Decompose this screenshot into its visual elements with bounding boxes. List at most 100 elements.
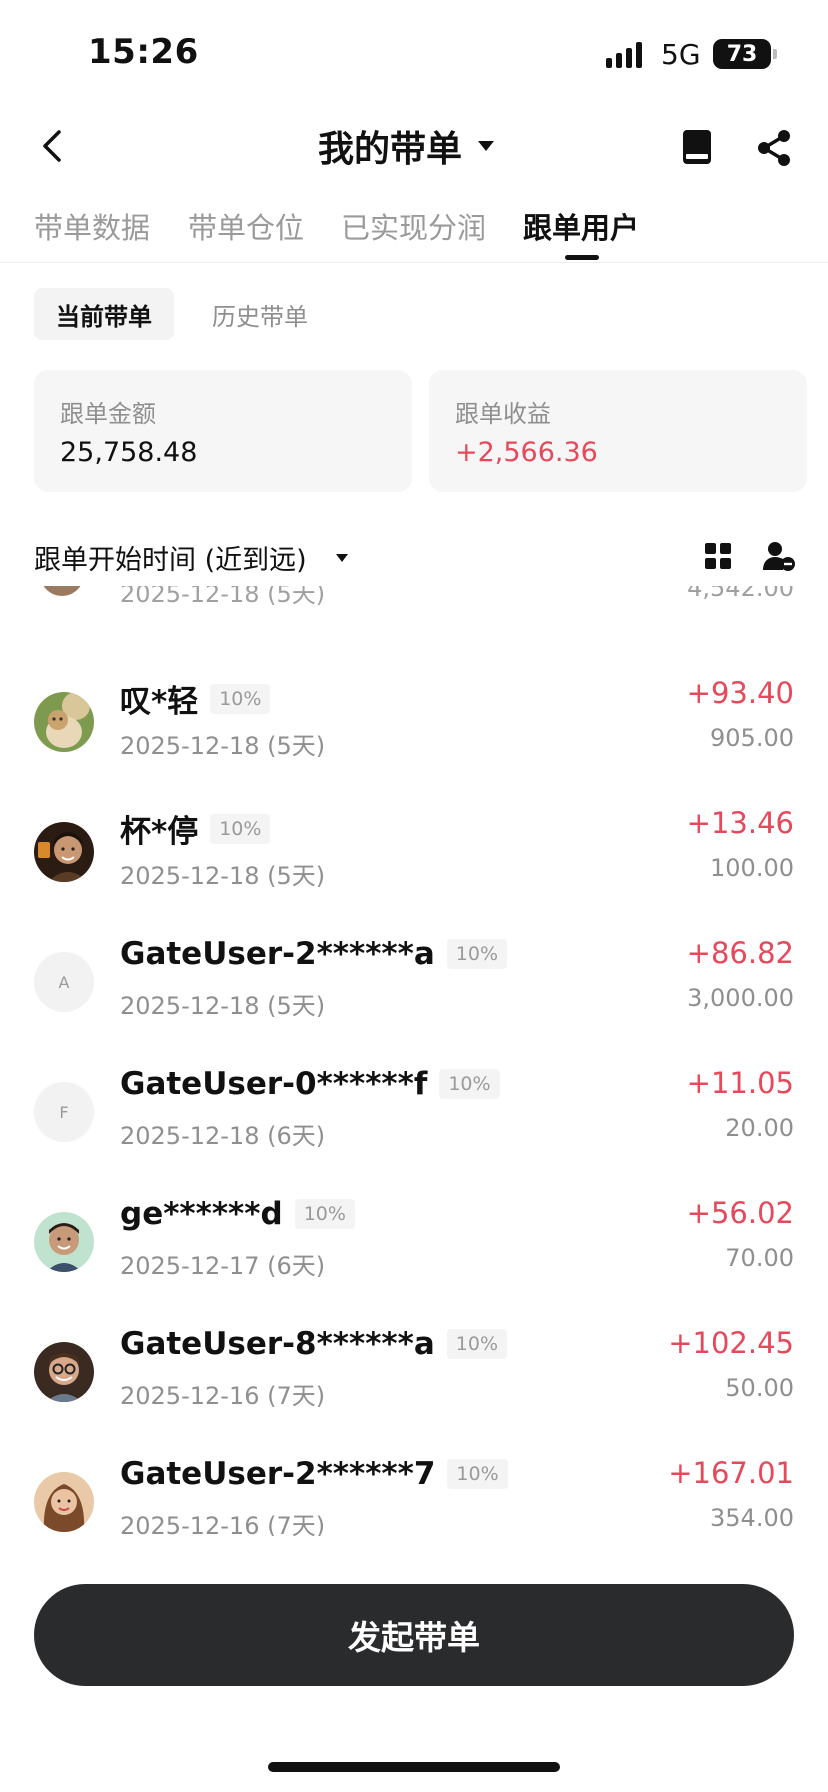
list-item[interactable]: A GateUser-2******a 10% 2025-12-18 (5天) …: [0, 936, 828, 1048]
share-icon: [758, 130, 790, 166]
follower-date: 2025-12-17 (6天): [120, 1252, 326, 1280]
main-tabs: 带单数据 带单仓位 已实现分润 跟单用户: [0, 205, 828, 263]
follower-date: 2025-12-18 (5天): [120, 586, 326, 608]
active-tab-indicator: [565, 255, 599, 260]
list-item[interactable]: 叹*轻 10% 2025-12-18 (5天) +93.40 905.00: [0, 676, 828, 788]
follower-date: 2025-12-18 (5天): [120, 732, 326, 760]
follower-profit: +13.46: [686, 806, 794, 840]
avatar: [34, 1342, 94, 1402]
profit-share-badge: 10%: [294, 1199, 355, 1229]
list-item[interactable]: 杯*停 10% 2025-12-18 (5天) +13.46 100.00: [0, 806, 828, 918]
follower-name-line: GateUser-2******a 10%: [120, 936, 508, 972]
follower-name: GateUser-2******a: [120, 936, 435, 972]
follower-profit: +167.01: [668, 1456, 794, 1490]
follower-name-line: 叹*轻 10%: [120, 676, 271, 721]
follower-amount: 4,542.00: [687, 586, 794, 602]
copy-profit-value: +2,566.36: [455, 437, 598, 468]
profit-share-badge: 10%: [439, 1069, 500, 1099]
battery-icon: 73: [713, 39, 777, 69]
grid-icon: [705, 543, 731, 569]
profit-share-badge: 10%: [210, 683, 271, 714]
list-item[interactable]: GateUser-2******7 10% 2025-12-16 (7天) +1…: [0, 1456, 828, 1536]
follower-name-line: GateUser-0******f 10%: [120, 1066, 500, 1102]
page-title: 我的带单: [318, 129, 463, 170]
avatar: [40, 586, 84, 596]
follower-name-line: GateUser-2******7 10%: [120, 1456, 508, 1492]
subtab-current[interactable]: 当前带单: [34, 288, 174, 340]
sort-row: 跟单开始时间 (近到远): [34, 536, 796, 580]
follower-amount: 354.00: [710, 1504, 794, 1532]
app-header: 我的带单: [0, 110, 828, 185]
follower-list: 2025-12-18 (5天) 4,542.00 叹*轻 10% 2025-12…: [0, 586, 828, 1536]
avatar: A: [34, 952, 94, 1012]
follower-date: 2025-12-18 (6天): [120, 1122, 326, 1150]
copy-profit-card: 跟单收益 +2,566.36: [429, 370, 807, 492]
profit-share-badge: 10%: [446, 1329, 508, 1359]
chevron-left-icon: [43, 130, 61, 162]
signal-icon: [606, 42, 642, 68]
profit-share-badge: 10%: [210, 813, 271, 844]
follower-date: 2025-12-16 (7天): [120, 1512, 326, 1536]
home-indicator: [268, 1762, 560, 1772]
copy-amount-card: 跟单金额 25,758.48: [34, 370, 412, 492]
avatar: [34, 1472, 94, 1532]
follower-amount: 905.00: [710, 724, 794, 752]
title-dropdown[interactable]: 我的带单: [318, 120, 495, 172]
list-item-partial: 2025-12-18 (5天) 4,542.00: [0, 586, 828, 616]
follower-name: 杯*停: [120, 814, 199, 850]
avatar: [34, 692, 94, 752]
guide-button[interactable]: [680, 128, 714, 166]
start-copy-trading-button[interactable]: 发起带单: [34, 1584, 794, 1686]
follower-name: ge******d: [120, 1196, 283, 1232]
avatar: F: [34, 1082, 94, 1142]
list-item[interactable]: GateUser-8******a 10% 2025-12-16 (7天) +1…: [0, 1326, 828, 1438]
follower-amount: 20.00: [725, 1114, 794, 1142]
status-bar: 15:26 5G 73: [0, 0, 828, 110]
follower-profit: +102.45: [668, 1326, 794, 1360]
follower-name-line: ge******d 10%: [120, 1196, 355, 1232]
tab-copy-data[interactable]: 带单数据: [34, 205, 150, 247]
follower-amount: 50.00: [725, 1374, 794, 1402]
follower-amount: 70.00: [725, 1244, 794, 1272]
subtab-history[interactable]: 历史带单: [190, 288, 330, 340]
caret-down-icon[interactable]: [336, 554, 348, 562]
tab-realized-profit-share[interactable]: 已实现分润: [341, 205, 486, 247]
follower-name-line: 杯*停 10%: [120, 806, 271, 851]
follower-name: GateUser-2******7: [120, 1456, 436, 1492]
sort-dropdown[interactable]: 跟单开始时间 (近到远): [34, 538, 307, 577]
follower-amount: 3,000.00: [687, 984, 794, 1012]
follower-name: 叹*轻: [120, 684, 199, 720]
follower-date: 2025-12-18 (5天): [120, 992, 326, 1020]
follower-profit: +86.82: [686, 936, 794, 970]
follower-name-line: GateUser-8******a 10%: [120, 1326, 508, 1362]
status-time: 15:26: [88, 32, 199, 72]
sub-tabs: 当前带单 历史带单: [34, 288, 330, 340]
follower-date: 2025-12-18 (5天): [120, 862, 326, 890]
list-item[interactable]: ge******d 10% 2025-12-17 (6天) +56.02 70.…: [0, 1196, 828, 1308]
follower-profit: +56.02: [686, 1196, 794, 1230]
profit-share-badge: 10%: [446, 939, 508, 969]
list-item[interactable]: F GateUser-0******f 10% 2025-12-18 (6天) …: [0, 1066, 828, 1178]
profit-share-badge: 10%: [447, 1459, 508, 1489]
tab-copy-positions[interactable]: 带单仓位: [188, 205, 304, 247]
avatar: [34, 1212, 94, 1272]
follower-profit: +93.40: [686, 676, 794, 710]
grid-view-button[interactable]: [704, 542, 732, 570]
copy-profit-label: 跟单收益: [455, 400, 551, 428]
copy-amount-value: 25,758.48: [60, 437, 198, 468]
tab-copy-followers[interactable]: 跟单用户: [523, 205, 639, 247]
back-button[interactable]: [32, 124, 72, 168]
user-remove-icon: [763, 542, 795, 571]
network-type: 5G: [661, 38, 701, 71]
follower-profit: +11.05: [686, 1066, 794, 1100]
share-button[interactable]: [754, 128, 794, 168]
remove-follower-button[interactable]: [762, 540, 796, 572]
follower-amount: 100.00: [710, 854, 794, 882]
copy-amount-label: 跟单金额: [60, 400, 156, 428]
caret-down-icon: [478, 141, 495, 151]
follower-name: GateUser-0******f: [120, 1066, 428, 1102]
follower-date: 2025-12-16 (7天): [120, 1382, 326, 1410]
follower-name: GateUser-8******a: [120, 1326, 435, 1362]
book-icon: [683, 130, 711, 164]
avatar: [34, 822, 94, 882]
